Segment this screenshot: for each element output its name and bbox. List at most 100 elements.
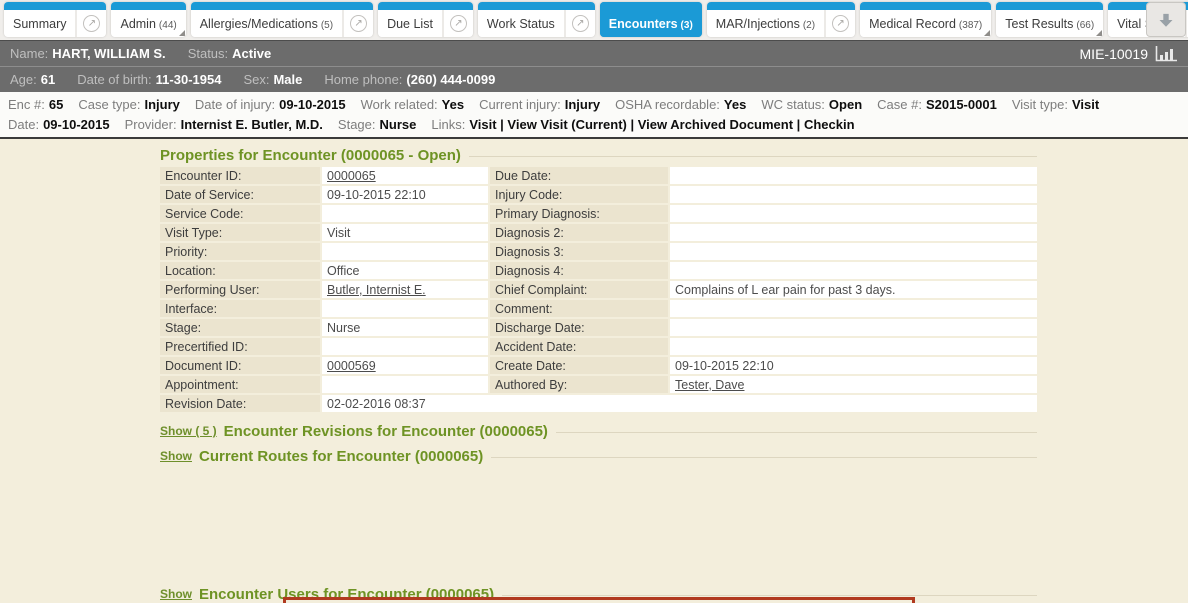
patient-name-fields: Name:HART, WILLIAM S.Status:Active bbox=[10, 46, 293, 61]
tab-body: Admin(44) bbox=[111, 10, 185, 37]
routes-title: Current Routes for Encounter (0000065) bbox=[199, 448, 483, 465]
tab-accent-bar bbox=[191, 2, 373, 10]
tab-label: Medical Record(387) bbox=[860, 17, 991, 31]
field-enc: Enc #:65 bbox=[8, 97, 63, 112]
value-encounter-id-link[interactable]: 0000065 bbox=[327, 169, 376, 183]
encounter-link-visit[interactable]: Visit bbox=[469, 117, 496, 132]
tab-body: Due List↗ bbox=[378, 10, 473, 37]
property-row-stage: Stage:NurseDischarge Date: bbox=[160, 319, 1037, 336]
tab-test-results[interactable]: Test Results(66) bbox=[996, 2, 1103, 37]
popout-icon[interactable]: ↗ bbox=[342, 10, 373, 37]
value-precertified-id bbox=[322, 338, 488, 355]
value-performing-user-link[interactable]: Butler, Internist E. bbox=[327, 283, 426, 297]
property-row-encounter-id: Encounter ID: 0000065 Due Date: bbox=[160, 167, 1037, 184]
tab-label: Due List bbox=[378, 17, 442, 31]
label-location: Location: bbox=[160, 262, 320, 279]
encounter-link-checkin[interactable]: Checkin bbox=[804, 117, 855, 132]
field-age: Age:61 bbox=[10, 72, 55, 87]
value-accident-date bbox=[670, 338, 1037, 355]
tab-summary[interactable]: Summary↗ bbox=[4, 2, 106, 37]
value-comment bbox=[670, 300, 1037, 317]
field-visit-type: Visit type:Visit bbox=[1012, 97, 1099, 112]
arrow-down-icon bbox=[1157, 11, 1175, 29]
value-document-id-link[interactable]: 0000569 bbox=[327, 359, 376, 373]
value-location: Office bbox=[322, 262, 488, 279]
tab-due-list[interactable]: Due List↗ bbox=[378, 2, 473, 37]
tab-accent-bar bbox=[707, 2, 855, 10]
tab-count-badge: (3) bbox=[681, 20, 693, 31]
tab-body: Test Results(66) bbox=[996, 10, 1103, 37]
property-row-document-id: Document ID:0000569Create Date:09-10-201… bbox=[160, 357, 1037, 374]
label-service-code: Service Code: bbox=[160, 205, 320, 222]
property-row-interface: Interface:Comment: bbox=[160, 300, 1037, 317]
property-row-date-of-service: Date of Service:09-10-2015 22:10Injury C… bbox=[160, 186, 1037, 203]
link-separator: | bbox=[793, 117, 804, 132]
field-wc-status: WC status:Open bbox=[761, 97, 862, 112]
label-diagnosis-2: Diagnosis 2: bbox=[490, 224, 668, 241]
property-row-performing-user: Performing User:Butler, Internist E.Chie… bbox=[160, 281, 1037, 298]
property-row-revision-date: Revision Date:02-02-2016 08:37 bbox=[160, 395, 1037, 412]
tab-label: Encounters(3) bbox=[600, 17, 702, 31]
demographics-fields: Age:61Date of birth:11-30-1954Sex:MaleHo… bbox=[10, 72, 517, 87]
encounter-link-view-visit-current[interactable]: View Visit (Current) bbox=[507, 117, 626, 132]
tab-accent-bar bbox=[478, 2, 595, 10]
value-injury-code bbox=[670, 186, 1037, 203]
field-stage: Stage:Nurse bbox=[338, 117, 416, 132]
tab-encounters[interactable]: Encounters(3) bbox=[600, 2, 702, 37]
popout-icon[interactable]: ↗ bbox=[564, 10, 595, 37]
label-appointment: Appointment: bbox=[160, 376, 320, 393]
value-revision-date: 02-02-2016 08:37 bbox=[322, 395, 1037, 412]
value-document-id: 0000569 bbox=[322, 357, 488, 374]
dropdown-corner-icon bbox=[179, 30, 185, 36]
show-users-link[interactable]: Show bbox=[160, 587, 192, 601]
encounter-info-line1: Enc #:65Case type:InjuryDate of injury:0… bbox=[8, 94, 1180, 114]
label-priority: Priority: bbox=[160, 243, 320, 260]
property-row-service-code: Service Code:Primary Diagnosis: bbox=[160, 205, 1037, 222]
tab-allergies-medications[interactable]: Allergies/Medications(5)↗ bbox=[191, 2, 373, 37]
value-date-of-service: 09-10-2015 22:10 bbox=[322, 186, 488, 203]
encounter-info-line2: Date:09-10-2015Provider:Internist E. But… bbox=[8, 114, 1180, 134]
value-discharge-date bbox=[670, 319, 1037, 336]
tab-work-status[interactable]: Work Status↗ bbox=[478, 2, 595, 37]
value-authored-by-link[interactable]: Tester, Dave bbox=[675, 378, 744, 392]
encounter-info-bar: Enc #:65Case type:InjuryDate of injury:0… bbox=[0, 92, 1188, 139]
properties-title: Properties for Encounter (0000065 - Open… bbox=[160, 147, 461, 164]
chart-stats-icon[interactable] bbox=[1155, 46, 1178, 62]
label-diagnosis-3: Diagnosis 3: bbox=[490, 243, 668, 260]
tab-mar-injections[interactable]: MAR/Injections(2)↗ bbox=[707, 2, 855, 37]
tab-admin[interactable]: Admin(44) bbox=[111, 2, 185, 37]
popout-icon[interactable]: ↗ bbox=[442, 10, 473, 37]
label-due-date: Due Date: bbox=[490, 167, 668, 184]
label-authored-by: Authored By: bbox=[490, 376, 668, 393]
tab-label: Work Status bbox=[478, 17, 564, 31]
popout-icon[interactable]: ↗ bbox=[824, 10, 855, 37]
patient-name-bar: Name:HART, WILLIAM S.Status:Active MIE-1… bbox=[0, 40, 1188, 66]
section-current-routes: Show Current Routes for Encounter (00000… bbox=[160, 446, 1037, 466]
popout-icon[interactable]: ↗ bbox=[75, 10, 106, 37]
value-diagnosis-3 bbox=[670, 243, 1037, 260]
tab-count-badge: (66) bbox=[1076, 20, 1094, 31]
encounter-link-view-archived-document[interactable]: View Archived Document bbox=[638, 117, 793, 132]
dropdown-corner-icon bbox=[984, 30, 990, 36]
tab-accent-bar bbox=[378, 2, 473, 10]
section-encounter-revisions: Show ( 5 ) Encounter Revisions for Encou… bbox=[160, 421, 1037, 441]
value-appointment bbox=[322, 376, 488, 393]
label-encounter-id: Encounter ID: bbox=[160, 167, 320, 184]
property-row-priority: Priority: Diagnosis 3: bbox=[160, 243, 1037, 260]
tab-medical-record[interactable]: Medical Record(387) bbox=[860, 2, 991, 37]
value-diagnosis-2 bbox=[670, 224, 1037, 241]
properties-table: Encounter ID: 0000065 Due Date: Date of Ser… bbox=[160, 167, 1037, 412]
label-revision-date: Revision Date: bbox=[160, 395, 320, 412]
field-date-of-birth: Date of birth:11-30-1954 bbox=[77, 72, 221, 87]
tab-label: Allergies/Medications(5) bbox=[191, 17, 342, 31]
label-interface: Interface: bbox=[160, 300, 320, 317]
label-discharge-date: Discharge Date: bbox=[490, 319, 668, 336]
show-revisions-link[interactable]: Show ( 5 ) bbox=[160, 424, 217, 438]
value-visit-type: Visit bbox=[322, 224, 488, 241]
show-routes-link[interactable]: Show bbox=[160, 449, 192, 463]
label-visit-type: Visit Type: bbox=[160, 224, 320, 241]
properties-header: Properties for Encounter (0000065 - Open… bbox=[160, 145, 1037, 165]
tab-body: Encounters(3) bbox=[600, 10, 702, 37]
tab-scroll-down-button[interactable] bbox=[1146, 2, 1186, 37]
divider bbox=[469, 156, 1037, 157]
